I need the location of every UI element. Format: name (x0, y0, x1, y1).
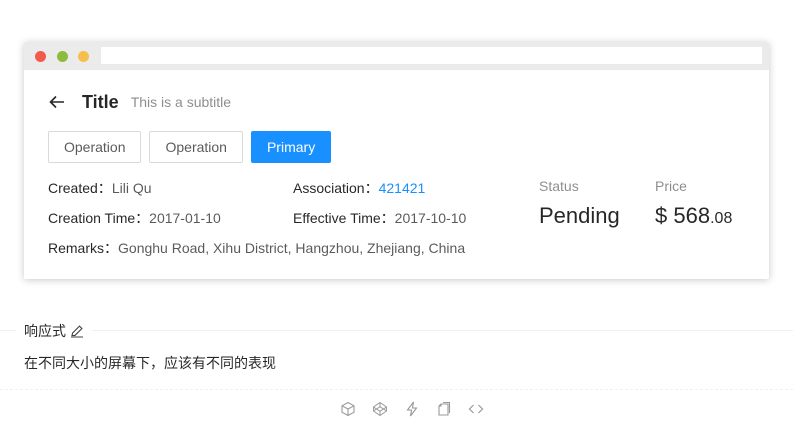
price-title: Price (655, 178, 687, 194)
browser-title-bar (24, 42, 769, 70)
status-title: Status (539, 178, 579, 194)
created-label: Created： (48, 180, 112, 196)
price-integer: 568 (673, 203, 711, 228)
effective-time-label: Effective Time： (293, 210, 395, 226)
remarks-value: Gonghu Road, Xihu District, Hangzhou, Zh… (118, 240, 466, 256)
desc-remarks: Remarks：Gonghu Road, Xihu District, Hang… (48, 238, 465, 258)
address-bar (101, 47, 762, 64)
browser-mockup: Title This is a subtitle Operation Opera… (24, 42, 769, 279)
dashed-divider (0, 389, 793, 390)
code-icon[interactable] (468, 401, 484, 417)
page-subtitle: This is a subtitle (130, 94, 232, 110)
effective-time-value: 2017-10-10 (394, 210, 467, 226)
codesandbox-icon[interactable] (340, 401, 356, 417)
code-actions (340, 401, 500, 417)
codepen-icon[interactable] (372, 401, 388, 417)
minimize-window-dot (57, 51, 68, 62)
price-decimal: .08 (710, 210, 733, 227)
operation-button-1[interactable]: Operation (48, 131, 142, 163)
maximize-window-dot (78, 51, 89, 62)
price-prefix: $ (655, 203, 668, 228)
demo-title-text: 响应式 (24, 323, 66, 339)
close-window-dot (35, 51, 46, 62)
section-divider (0, 330, 793, 331)
page-header: Title This is a subtitle (48, 90, 231, 114)
desc-effective-time: Effective Time：2017-10-10 (293, 208, 466, 228)
association-label: Association： (293, 180, 379, 196)
page-title: Title (82, 91, 119, 112)
copy-icon[interactable] (436, 401, 452, 417)
primary-button[interactable]: Primary (250, 131, 332, 163)
desc-creation-time: Creation Time：2017-01-10 (48, 208, 221, 228)
created-value: Lili Qu (111, 180, 152, 196)
remarks-label: Remarks： (48, 240, 119, 256)
status-value: Pending (539, 203, 620, 228)
operation-button-2[interactable]: Operation (149, 131, 243, 163)
header-extra-buttons: Operation Operation Primary (48, 131, 339, 163)
desc-association: Association：421421 (293, 178, 425, 198)
creation-time-label: Creation Time： (48, 210, 150, 226)
association-link[interactable]: 421421 (379, 180, 426, 196)
creation-time-value: 2017-01-10 (149, 210, 221, 226)
demo-description: 在不同大小的屏幕下，应该有不同的表现 (24, 355, 276, 371)
thunderbolt-icon[interactable] (404, 401, 420, 417)
desc-created: Created：Lili Qu (48, 178, 152, 198)
edit-icon[interactable] (70, 324, 84, 338)
demo-title: 响应式 (16, 321, 92, 341)
price-value: $ 568.08 (655, 203, 732, 229)
arrow-left-icon[interactable] (48, 93, 66, 111)
